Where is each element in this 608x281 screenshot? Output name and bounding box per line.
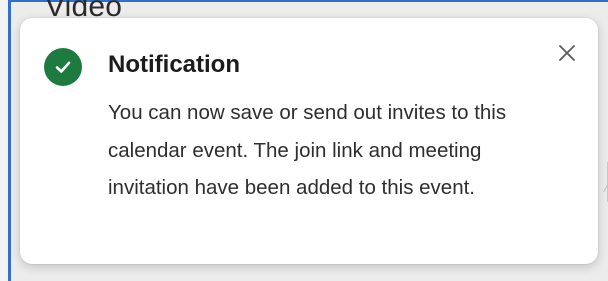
close-icon[interactable] bbox=[556, 42, 578, 64]
checkmark-glyph bbox=[55, 61, 71, 73]
notification-title: Notification bbox=[108, 51, 240, 78]
check-circle-icon bbox=[44, 48, 82, 86]
notification-message: You can now save or send out invites to … bbox=[108, 101, 507, 199]
notification-toast: Notification You can now save or send ou… bbox=[20, 18, 598, 264]
